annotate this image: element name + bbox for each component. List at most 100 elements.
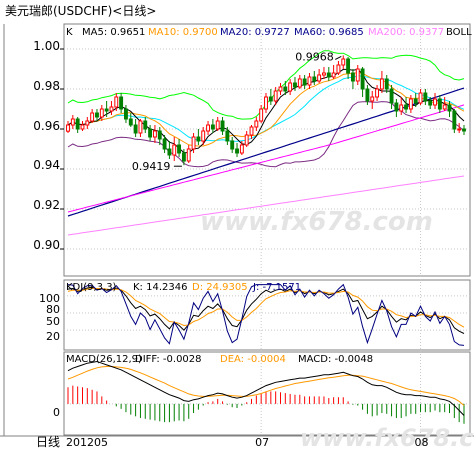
candle-body [413, 98, 418, 104]
kdj-y-tick-label: 20 [46, 330, 60, 343]
candle-body [66, 124, 70, 132]
candle-body [408, 98, 413, 110]
candle-body [346, 58, 351, 74]
legend-ma10: MA10: 0.9700 [148, 27, 218, 38]
candle-body [196, 136, 201, 142]
chart-canvas: www.fx678.comwww.fx678.com 0.99680.9419 … [0, 0, 474, 452]
candle-body [375, 88, 380, 98]
candle-body [152, 130, 157, 138]
candle-body [254, 120, 259, 128]
candle-body [114, 96, 119, 108]
candle-body [244, 134, 249, 146]
candle-body [268, 96, 273, 102]
macd-legend-diff: DIFF: -0.0028 [135, 354, 202, 365]
x-axis-date-label: 08 [415, 436, 429, 449]
candle-body [394, 102, 399, 112]
watermark-text: www.fx678.com [300, 424, 474, 450]
candle-body [172, 144, 177, 156]
candle-body [283, 86, 288, 92]
watermark-text: www.fx678.com [200, 207, 433, 237]
candle-body [181, 152, 186, 162]
candle-body [75, 118, 80, 130]
candle-body [90, 112, 95, 122]
candle-body [389, 88, 394, 104]
legend-ma5: MA5: 0.9651 [82, 27, 145, 38]
candle-body [365, 88, 370, 102]
candle-body [379, 78, 384, 90]
macd-legend-name: MACD(26,12,9) [66, 354, 142, 365]
candle-body [322, 72, 326, 76]
candle-body [177, 144, 182, 154]
candle-body [259, 108, 264, 122]
candle-body [215, 120, 220, 130]
candle-body [143, 120, 148, 130]
chart-title: 美元瑞郎(USDCHF)<日线> [5, 4, 156, 18]
legend-ma20: MA20: 0.9727 [220, 27, 290, 38]
candle-body [423, 92, 428, 102]
x-axis-date-label: 07 [255, 436, 269, 449]
macd-legend-macd: MACD: -0.0048 [298, 354, 373, 365]
candle-body [297, 78, 302, 88]
kdj-legend-j: J: -7.1571 [252, 282, 301, 293]
candle-body [249, 126, 254, 136]
candle-body [312, 76, 317, 82]
kdj-legend-k: K: 14.2346 [133, 282, 187, 293]
legend-boll: BOLL [446, 27, 472, 38]
candle-body [447, 104, 452, 112]
candle-body [138, 120, 143, 134]
y-tick-label: 0.94 [33, 158, 60, 172]
candle-body [452, 110, 457, 130]
candle-body [404, 104, 408, 110]
candle-body [80, 124, 85, 130]
legend-ma60: MA60: 0.9685 [294, 27, 364, 38]
candle-body [119, 96, 124, 110]
y-tick-label: 0.92 [33, 198, 60, 212]
candle-body [220, 120, 225, 132]
kdj-legend-name: KDJ(9,3,3) [66, 282, 117, 293]
candle-body [99, 108, 104, 118]
candle-body [302, 78, 307, 86]
candle-body [350, 72, 355, 82]
candle-body [95, 112, 99, 118]
candle-body [288, 82, 293, 92]
candle-body [235, 148, 239, 154]
candle-body [206, 124, 210, 132]
candle-body [355, 68, 360, 82]
candle-body [442, 104, 447, 110]
legend-ma200: MA200: 0.9377 [368, 27, 444, 38]
kdj-legend-d: D: 24.9305 [192, 282, 248, 293]
candle-body [370, 96, 375, 102]
candle-body [85, 120, 90, 126]
candle-body [70, 118, 75, 126]
candle-body [336, 64, 341, 74]
candle-body [239, 144, 244, 154]
candle-body [360, 68, 365, 90]
y-tick-label: 1.00 [33, 39, 60, 53]
candle-body [418, 92, 423, 104]
candle-body [457, 128, 462, 131]
candle-body [186, 148, 191, 162]
candle-body [399, 104, 404, 112]
candle-body [128, 118, 133, 126]
candle-body [317, 74, 322, 82]
annotation-high-label: 0.9968 [295, 50, 334, 63]
y-tick-label: 0.96 [33, 119, 60, 133]
candle-body [428, 100, 433, 106]
candle-body [462, 128, 466, 132]
candle-body [326, 72, 331, 78]
candle-body [191, 136, 196, 150]
candle-body [157, 130, 162, 140]
candle-body [384, 78, 389, 90]
candle-body [148, 128, 153, 138]
legend-k: K [66, 27, 73, 38]
candle-body [293, 82, 297, 88]
candle-body [167, 148, 172, 156]
candle-body [133, 124, 138, 134]
candle-body [201, 130, 206, 142]
candle-body [278, 86, 283, 92]
candle-body [433, 98, 437, 106]
candle-body [307, 76, 312, 86]
x-axis-date-label: 201205 [66, 436, 108, 449]
macd-y-tick-label: 0 [53, 406, 60, 419]
macd-legend-dea: DEA: -0.0004 [220, 354, 286, 365]
